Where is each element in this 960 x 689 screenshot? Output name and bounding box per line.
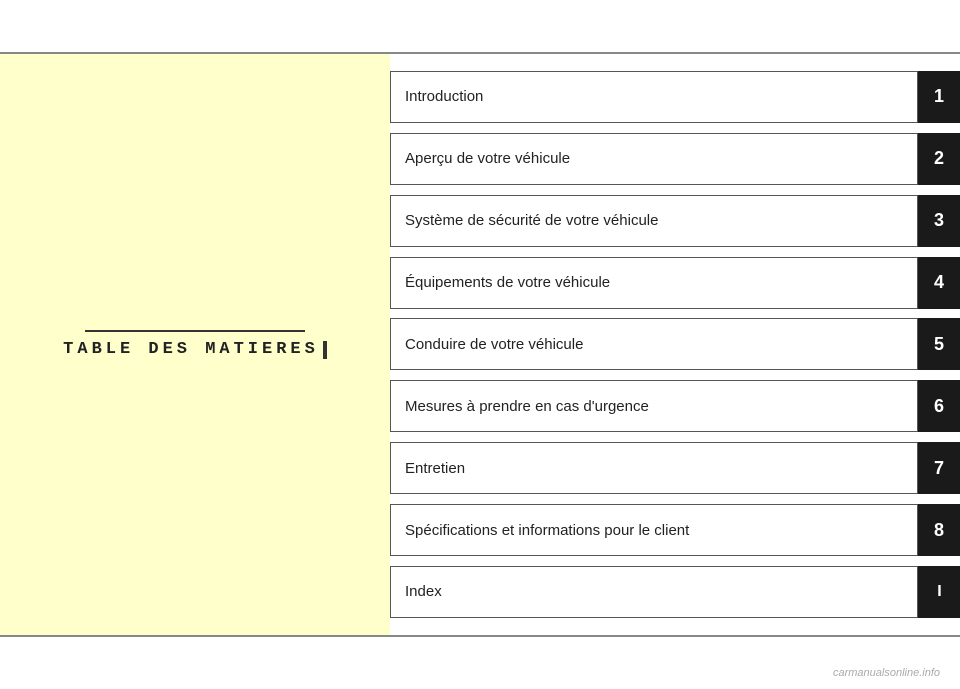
menu-row-securite[interactable]: Système de sécurité de votre véhicule3 (390, 195, 960, 247)
menu-label-entretien[interactable]: Entretien (390, 442, 918, 494)
menu-label-securite[interactable]: Système de sécurité de votre véhicule (390, 195, 918, 247)
left-panel: TABLE DES MATIERES (0, 54, 390, 635)
menu-row-entretien[interactable]: Entretien7 (390, 442, 960, 494)
menu-label-conduire[interactable]: Conduire de votre véhicule (390, 318, 918, 370)
title-underline (85, 330, 305, 332)
menu-number-intro: 1 (918, 71, 960, 123)
menu-row-index[interactable]: IndexI (390, 566, 960, 618)
menu-number-equipements: 4 (918, 257, 960, 309)
menu-number-specifications: 8 (918, 504, 960, 556)
menu-label-apercu[interactable]: Aperçu de votre véhicule (390, 133, 918, 185)
menu-row-equipements[interactable]: Équipements de votre véhicule4 (390, 257, 960, 309)
menu-number-entretien: 7 (918, 442, 960, 494)
page-title: TABLE DES MATIERES (63, 340, 327, 359)
watermark: carmanualsonline.info (833, 667, 940, 679)
menu-row-intro[interactable]: Introduction1 (390, 71, 960, 123)
menu-label-specifications[interactable]: Spécifications et informations pour le c… (390, 504, 918, 556)
menu-row-mesures[interactable]: Mesures à prendre en cas d'urgence6 (390, 380, 960, 432)
main-content: TABLE DES MATIERES Introduction1Aperçu d… (0, 54, 960, 635)
menu-number-conduire: 5 (918, 318, 960, 370)
menu-row-specifications[interactable]: Spécifications et informations pour le c… (390, 504, 960, 556)
menu-label-index[interactable]: Index (390, 566, 918, 618)
menu-label-equipements[interactable]: Équipements de votre véhicule (390, 257, 918, 309)
menu-number-apercu: 2 (918, 133, 960, 185)
menu-row-conduire[interactable]: Conduire de votre véhicule5 (390, 318, 960, 370)
title-label: TABLE DES MATIERES (63, 340, 319, 359)
menu-number-mesures: 6 (918, 380, 960, 432)
right-panel: Introduction1Aperçu de votre véhicule2Sy… (390, 54, 960, 635)
menu-row-apercu[interactable]: Aperçu de votre véhicule2 (390, 133, 960, 185)
title-block: TABLE DES MATIERES (63, 330, 327, 359)
menu-number-securite: 3 (918, 195, 960, 247)
title-cursor (323, 341, 327, 359)
bottom-divider (0, 635, 960, 637)
menu-label-intro[interactable]: Introduction (390, 71, 918, 123)
menu-label-mesures[interactable]: Mesures à prendre en cas d'urgence (390, 380, 918, 432)
menu-number-index: I (918, 566, 960, 618)
